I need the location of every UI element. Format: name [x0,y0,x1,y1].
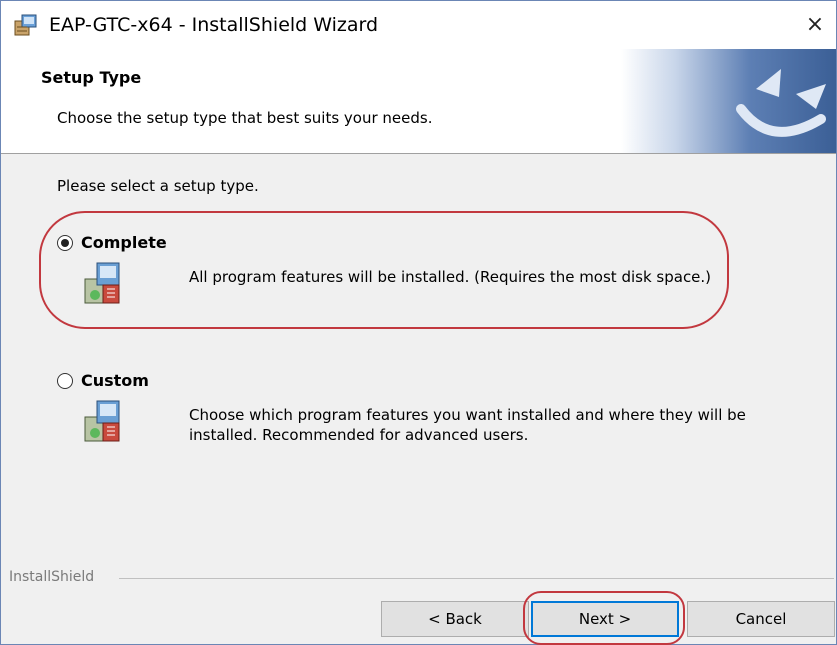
next-button[interactable]: Next > [531,601,679,637]
page-title: Setup Type [41,68,142,87]
complete-description: All program features will be installed. … [189,268,712,286]
footer-divider [119,578,834,579]
custom-label[interactable]: Custom [81,370,149,392]
installer-box-icon [14,14,37,36]
setup-prompt: Please select a setup type. [57,177,259,195]
installshield-swirl-logo [621,49,836,153]
setup-package-icon [84,400,120,442]
complete-label[interactable]: Complete [81,232,167,254]
window-title: EAP-GTC-x64 - InstallShield Wizard [49,14,379,36]
back-button[interactable]: < Back [381,601,529,637]
complete-radio[interactable] [57,235,73,251]
custom-radio[interactable] [57,373,73,389]
wizard-header: Setup Type Choose the setup type that be… [1,49,836,154]
title-bar: EAP-GTC-x64 - InstallShield Wizard × [1,1,836,49]
installshield-brand: InstallShield [9,569,95,585]
custom-description: Choose which program features you want i… [189,406,746,444]
close-icon[interactable]: × [800,11,830,39]
installer-window: EAP-GTC-x64 - InstallShield Wizard × Set… [0,0,837,645]
cancel-button[interactable]: Cancel [687,601,835,637]
page-subtitle: Choose the setup type that best suits yo… [57,109,433,127]
setup-package-icon [84,262,120,304]
